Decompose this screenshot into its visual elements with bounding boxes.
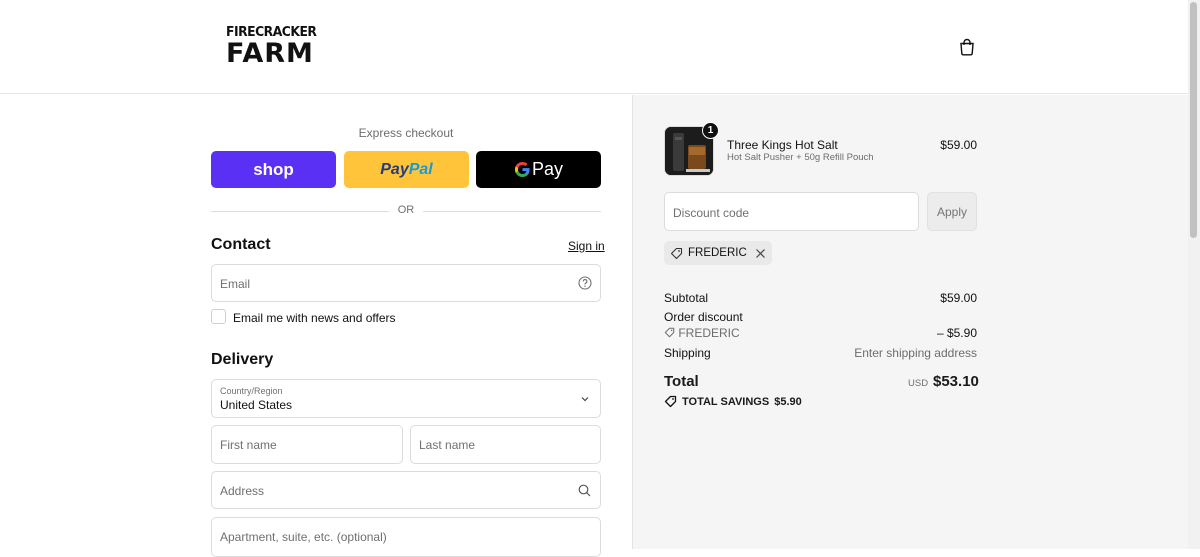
shop-pay-button[interactable]: shop bbox=[211, 151, 336, 188]
total-savings: TOTAL SAVINGS $5.90 bbox=[664, 395, 802, 408]
google-pay-label: Pay bbox=[531, 159, 564, 179]
discount-code-row: FREDERIC – $5.90 bbox=[664, 326, 977, 340]
contact-title: Contact bbox=[211, 236, 271, 253]
firecracker-farm-logo[interactable]: FIRECRACKER FARM bbox=[226, 25, 317, 70]
apartment-field[interactable]: Apartment, suite, etc. (optional) bbox=[211, 517, 601, 557]
shopping-bag-icon[interactable] bbox=[958, 38, 976, 56]
subtotal-row: Subtotal $59.00 bbox=[664, 291, 977, 305]
apply-discount-button[interactable]: Apply bbox=[927, 192, 977, 231]
total-currency: USD bbox=[908, 378, 929, 389]
country-region-value: United States bbox=[220, 398, 293, 412]
subtotal-value: $59.00 bbox=[940, 291, 977, 305]
or-text: OR bbox=[397, 204, 415, 216]
logo-line2: FARM bbox=[226, 38, 314, 69]
site-header: FIRECRACKER FARM bbox=[0, 0, 1188, 94]
news-offers-checkbox[interactable] bbox=[211, 309, 226, 324]
address-placeholder: Address bbox=[220, 484, 265, 498]
product-variant: Hot Salt Pusher + 50g Refill Pouch bbox=[727, 152, 874, 163]
last-name-field[interactable]: Last name bbox=[410, 425, 601, 464]
first-name-placeholder: First name bbox=[220, 438, 277, 452]
delivery-title: Delivery bbox=[211, 351, 274, 368]
country-region-label: Country/Region bbox=[220, 386, 283, 396]
country-region-select[interactable]: Country/Region United States bbox=[211, 379, 601, 418]
shipping-row: Shipping Enter shipping address bbox=[664, 346, 977, 360]
last-name-placeholder: Last name bbox=[419, 438, 476, 452]
product-price: $59.00 bbox=[940, 138, 977, 152]
paypal-button[interactable]: Pay Pal bbox=[344, 151, 469, 188]
first-name-field[interactable]: First name bbox=[211, 425, 403, 464]
tag-icon bbox=[664, 327, 675, 338]
google-pay-button[interactable]: Pay bbox=[476, 151, 601, 188]
total-label: Total bbox=[664, 373, 699, 390]
email-field[interactable]: Email bbox=[211, 264, 601, 302]
tag-icon bbox=[664, 395, 677, 408]
subtotal-label: Subtotal bbox=[664, 291, 709, 305]
cart-quantity-badge: 1 bbox=[702, 122, 719, 139]
email-placeholder: Email bbox=[220, 277, 251, 291]
search-icon bbox=[578, 484, 591, 497]
product-name: Three Kings Hot Salt bbox=[727, 138, 838, 152]
logo-line1: FIRECRACKER bbox=[226, 25, 317, 40]
tag-icon bbox=[670, 247, 683, 259]
scrollbar-thumb[interactable] bbox=[1190, 2, 1197, 238]
summary-discount-code: FREDERIC bbox=[678, 326, 740, 340]
discount-code-placeholder: Discount code bbox=[673, 206, 750, 220]
shipping-label: Shipping bbox=[664, 346, 711, 360]
order-discount-row: Order discount bbox=[664, 310, 977, 324]
remove-discount-icon[interactable] bbox=[755, 248, 766, 259]
total-savings-label: TOTAL SAVINGS bbox=[682, 395, 770, 408]
help-circle-icon[interactable] bbox=[578, 276, 592, 290]
express-checkout-title: Express checkout bbox=[358, 126, 454, 140]
chevron-down-icon bbox=[581, 397, 589, 402]
total-value: $53.10 bbox=[933, 373, 979, 390]
order-discount-label: Order discount bbox=[664, 310, 743, 324]
paypal-pal-text: Pal bbox=[408, 160, 433, 178]
shipping-value: Enter shipping address bbox=[854, 346, 977, 360]
apartment-placeholder: Apartment, suite, etc. (optional) bbox=[220, 530, 387, 544]
summary-discount-value: – $5.90 bbox=[936, 326, 977, 340]
news-offers-label: Email me with news and offers bbox=[233, 311, 396, 325]
page-scrollbar[interactable] bbox=[1188, 0, 1200, 549]
applied-discount-code: FREDERIC bbox=[688, 247, 747, 259]
total-savings-value: $5.90 bbox=[774, 395, 802, 408]
sign-in-link[interactable]: Sign in bbox=[568, 239, 605, 253]
applied-discount-chip: FREDERIC bbox=[664, 241, 772, 265]
discount-code-input[interactable]: Discount code bbox=[664, 192, 919, 231]
paypal-pay-text: Pay bbox=[380, 160, 409, 178]
google-g-icon bbox=[514, 161, 530, 178]
shop-pay-label: shop bbox=[253, 159, 294, 179]
address-field[interactable]: Address bbox=[211, 471, 601, 509]
divider-line-right bbox=[423, 211, 601, 212]
or-divider: OR bbox=[211, 204, 601, 220]
